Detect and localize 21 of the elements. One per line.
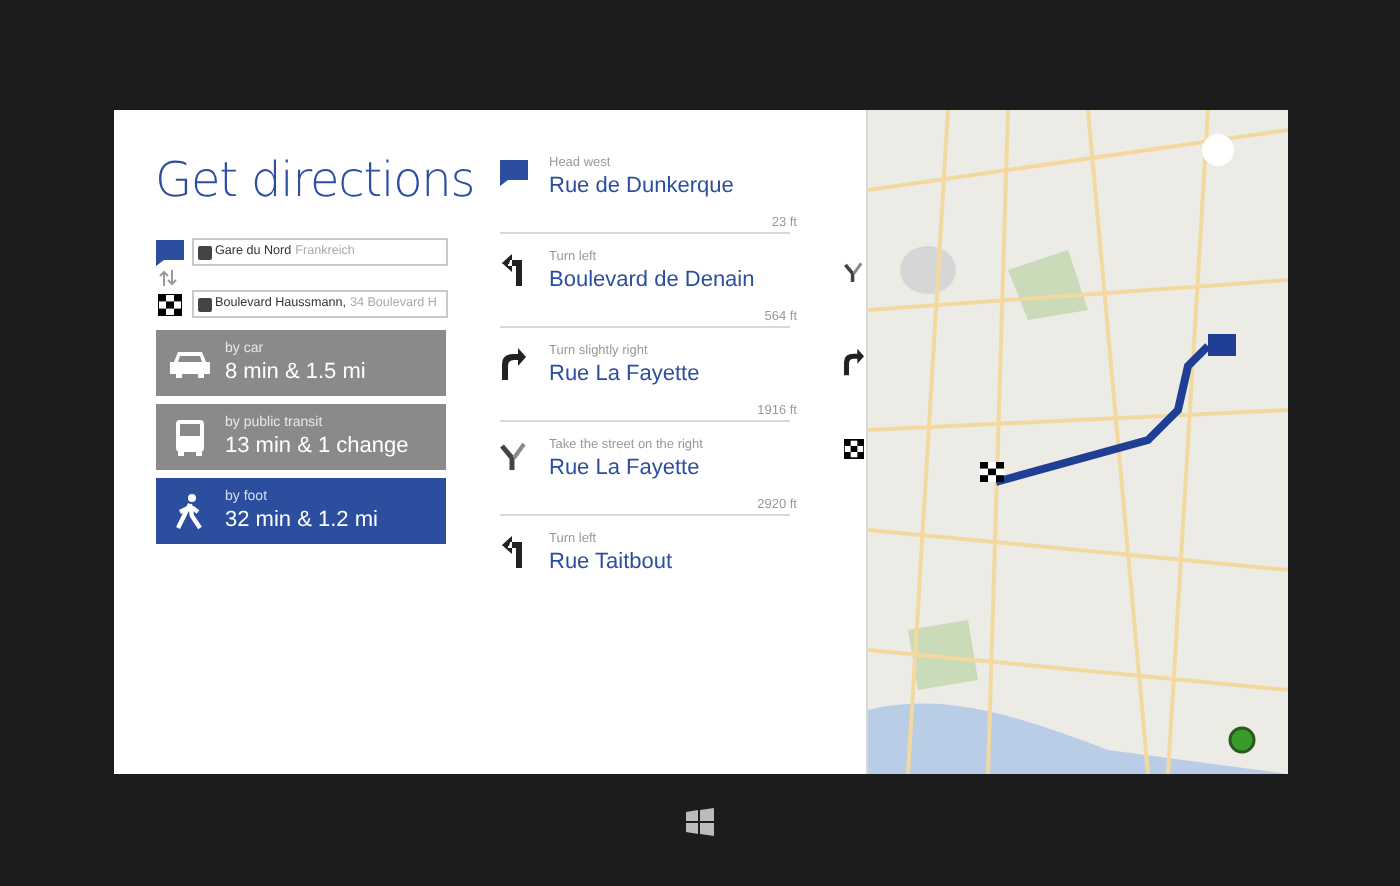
fork-icon [499,442,527,470]
car-icon [169,349,209,377]
street-name[interactable]: Rue La Fayette [549,360,700,388]
flag-icon [499,160,527,186]
walking-person-icon [175,493,203,529]
turn-right-icon [501,348,525,380]
checkered-flag-icon [843,438,863,460]
street-name[interactable]: Rue de Dunkerque [549,172,734,200]
turn-left-icon [501,254,525,286]
turn-right-icon [843,346,863,378]
street-name[interactable]: Rue Taitbout [549,548,673,576]
flag-icon [155,239,183,265]
windows-logo-icon[interactable] [686,808,714,836]
street-name[interactable]: Rue La Fayette [549,454,703,482]
fork-icon [843,258,863,286]
checkered-flag-icon [157,293,181,315]
page-title: Get directions [155,150,475,210]
bus-icon [175,419,203,455]
turn-left-icon [501,536,525,568]
swap-icon[interactable] [157,270,177,286]
street-name[interactable]: Boulevard de Denain [549,266,755,294]
